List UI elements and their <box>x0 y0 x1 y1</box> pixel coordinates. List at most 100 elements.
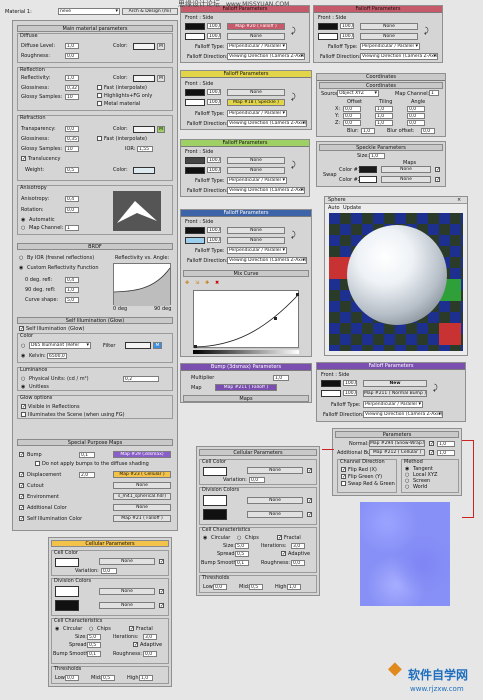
falloff-d-v1[interactable]: 100,0 <box>207 157 221 163</box>
falloff-b-v2[interactable]: 100,0 <box>340 33 354 39</box>
bump-mult[interactable]: 1,0 <box>273 375 289 381</box>
kelvin-field[interactable]: 6500,0 <box>47 353 67 359</box>
coord-mc[interactable]: 1 <box>429 90 439 96</box>
falloff-c-fd[interactable]: Viewing Direction (Camera Z-Axis) <box>227 120 307 127</box>
cell-b-circ-radio[interactable]: ◉ <box>55 626 59 632</box>
nb-add-check[interactable]: ✓ <box>429 450 434 456</box>
nb-title[interactable]: Parameters <box>335 431 459 438</box>
cell-b-mid[interactable]: 0,5 <box>101 675 115 681</box>
bump-map[interactable]: Map #211 ( Falloff ) <box>215 384 277 391</box>
cell-a-size[interactable]: 5,0 <box>235 543 249 549</box>
map-channel-field[interactable]: 1 <box>65 225 79 231</box>
ior-field[interactable]: 1,55 <box>137 146 153 152</box>
bump-map-button[interactable]: Map #29 (3dsmax) <box>113 451 171 458</box>
cell-a-adapt-check[interactable]: ✓ <box>281 551 286 557</box>
speckle-title[interactable]: Speckle Parameters <box>319 144 443 151</box>
material-name-field[interactable]: neve <box>58 8 120 15</box>
main-params-header[interactable]: Main material parameters <box>17 25 173 32</box>
cell-a-dc2-map[interactable]: None <box>247 511 303 518</box>
speckle-swap-label[interactable]: Swap <box>323 172 337 178</box>
falloff-e-v1[interactable]: 100,0 <box>207 227 221 233</box>
falloff-f-side-swatch[interactable] <box>321 390 341 397</box>
falloff-c-swap-icon[interactable]: ⤸ <box>291 93 296 101</box>
disp-amount-field[interactable]: 2,0 <box>79 472 95 478</box>
diffuse-map-button[interactable]: M <box>157 43 165 50</box>
falloff-f-v2[interactable]: 100,0 <box>343 390 357 396</box>
falloff-e-map2[interactable]: None <box>227 237 285 244</box>
coord-blur[interactable]: 1,0 <box>361 128 375 134</box>
cell-b-adapt-check[interactable]: ✓ <box>133 642 138 648</box>
cell-a-circ-radio[interactable]: ◉ <box>203 535 207 541</box>
mix-curve-graph[interactable] <box>193 290 300 349</box>
weight-field[interactable]: 0,5 <box>65 167 79 173</box>
falloff-d-map1[interactable]: None <box>227 157 285 164</box>
refr-map-button[interactable]: M <box>157 126 165 133</box>
cutout-check[interactable]: ✓ <box>19 483 24 489</box>
preview-close-icon[interactable]: × <box>457 197 461 203</box>
cell-b-dc2-map[interactable]: None <box>99 602 155 609</box>
bump-maps-header[interactable]: Maps <box>183 395 309 402</box>
refl-color-swatch[interactable] <box>133 75 155 82</box>
refr-color-swatch[interactable] <box>133 126 155 133</box>
by-ior-radio[interactable]: ○ <box>19 255 23 261</box>
nb-sw-check[interactable] <box>341 481 346 486</box>
falloff-d-front-swatch[interactable] <box>185 157 205 164</box>
cell-b-dc1-swatch[interactable] <box>55 586 79 597</box>
cutout-map-button[interactable]: None <box>113 482 171 489</box>
physical-radio[interactable]: ○ <box>21 376 25 382</box>
nb-normal-map[interactable]: Map #294 (Snow-Wrap.tif) <box>369 440 425 447</box>
physical-field[interactable]: 0,2 <box>123 376 159 382</box>
falloff-a-v2[interactable]: 100,0 <box>207 33 221 39</box>
falloff-e-swap-icon[interactable]: ⤸ <box>291 231 296 239</box>
falloff-f-v1[interactable]: 100,0 <box>343 380 357 386</box>
rotation-field[interactable]: 0,0 <box>65 207 79 213</box>
falloff-c-v1[interactable]: 100,0 <box>207 89 221 95</box>
falloff-e-ft[interactable]: Perpendicular / Parallel <box>227 247 287 254</box>
nb-fg-check[interactable]: ✓ <box>341 474 346 480</box>
falloff-e-front-swatch[interactable] <box>185 227 205 234</box>
refl-map-button[interactable]: M <box>157 75 165 82</box>
falloff-c-map2[interactable]: Map #18 ( Speckle ) <box>227 99 285 106</box>
falloff-f-map1[interactable]: New <box>363 380 427 387</box>
falloff-b-front-swatch[interactable] <box>318 23 338 30</box>
coord-tiling-z[interactable]: 1,0 <box>375 120 393 126</box>
coord-angle-z[interactable]: 0,0 <box>407 120 425 126</box>
speckle-size[interactable]: 1,0 <box>369 153 385 159</box>
coord-offset-x[interactable]: 0,0 <box>343 106 361 112</box>
cell-b-dc2-swatch[interactable] <box>55 600 79 611</box>
cell-b-bs[interactable]: 0,1 <box>87 651 101 657</box>
falloff-d-swap-icon[interactable]: ⤸ <box>291 161 296 169</box>
falloff-b-map2[interactable]: None <box>360 33 418 40</box>
falloff-f-map2[interactable]: Map #211 ( Normal Bump ) <box>363 390 427 397</box>
coord-tiling-x[interactable]: 1,0 <box>375 106 393 112</box>
cell-a-mid[interactable]: 0,5 <box>249 584 263 590</box>
cell-b-rough[interactable]: 0,0 <box>143 651 157 657</box>
falloff-d-map2[interactable]: None <box>227 167 285 174</box>
cell-b-dc2-check[interactable]: ✓ <box>159 603 164 609</box>
cell-b-var[interactable]: 0,0 <box>101 568 117 574</box>
bump-amount-field[interactable]: 0,1 <box>79 452 95 458</box>
brdf-header[interactable]: BRDF <box>17 243 173 250</box>
cell-b-cc-check[interactable]: ✓ <box>159 559 164 565</box>
mix-curve-header[interactable]: Mix Curve <box>183 270 309 277</box>
roughness-field[interactable]: 0,0 <box>65 53 79 59</box>
falloff-b-title[interactable]: Falloff Parameters <box>314 6 442 13</box>
anisotropy-field[interactable]: 0,4 <box>65 196 79 202</box>
falloff-b-ft[interactable]: Perpendicular / Parallel <box>360 43 420 50</box>
falloff-d-title[interactable]: Falloff Parameters <box>181 140 309 147</box>
cell-b-fractal-check[interactable]: ✓ <box>129 626 134 632</box>
highlights-fg-check[interactable] <box>97 93 102 98</box>
falloff-d-v2[interactable]: 100,0 <box>207 167 221 173</box>
falloff-d-fd[interactable]: Viewing Direction (Camera Z-Axis) <box>227 187 305 194</box>
falloff-c-ft[interactable]: Perpendicular / Parallel <box>227 110 287 117</box>
falloff-c-map1[interactable]: None <box>227 89 285 96</box>
no-bump-diffuse-check[interactable] <box>35 461 40 466</box>
custom-refl-radio[interactable]: ◉ <box>19 265 23 271</box>
falloff-a-fd[interactable]: Viewing Direction (Camera Z-Axis) <box>227 53 305 60</box>
cell-a-dc1-check[interactable]: ✓ <box>307 498 312 504</box>
falloff-b-side-swatch[interactable] <box>318 33 338 40</box>
speckle-c2-map[interactable]: None <box>381 176 431 183</box>
refr-fast-check[interactable] <box>97 136 102 141</box>
env-check[interactable]: ✓ <box>19 494 24 500</box>
glow-header[interactable]: Self Illumination (Glow) <box>17 317 173 324</box>
